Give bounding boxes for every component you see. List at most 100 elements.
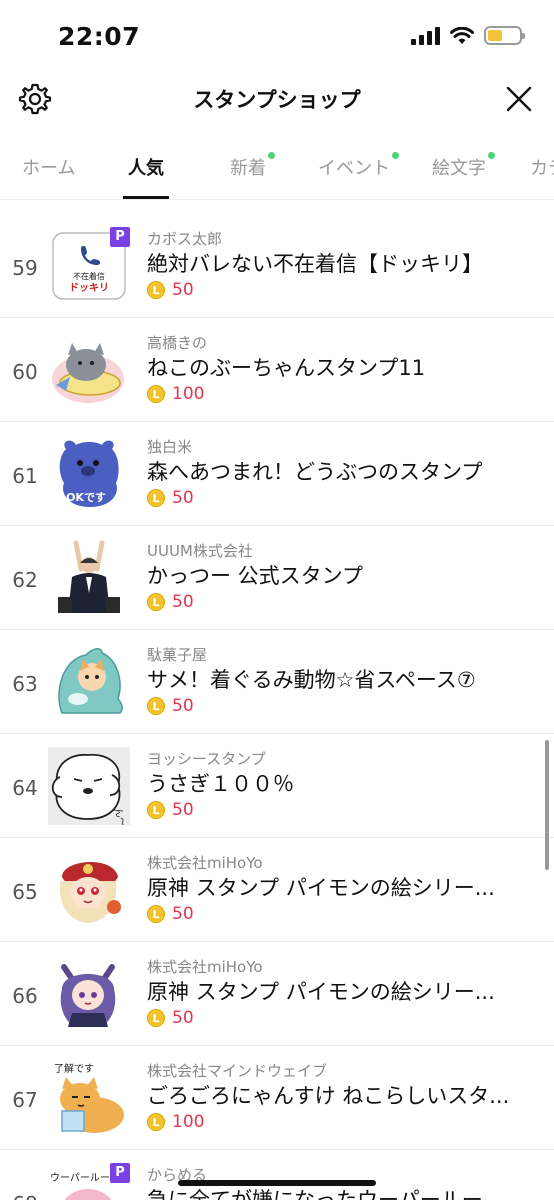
cellular-signal-icon <box>411 26 440 45</box>
sticker-author: 株式会社miHoYo <box>147 854 263 872</box>
close-icon[interactable] <box>504 84 534 114</box>
tab-emoji[interactable]: 絵文字 <box>432 152 495 180</box>
price: L 50 <box>147 1008 194 1028</box>
sticker-name: 原神 スタンプ パイモンの絵シリー... <box>147 980 495 1004</box>
price-value: 50 <box>172 800 194 820</box>
new-dot-badge <box>392 152 399 159</box>
coin-icon: L <box>147 281 165 299</box>
tab-home[interactable]: ホーム <box>22 154 75 180</box>
sticker-author: 駄菓子屋 <box>147 646 208 664</box>
rank-number: 65 <box>12 880 38 904</box>
list-item[interactable]: 67 了解です 株式会社マインドウェイブ ごろごろにゃんすけ ねこらしいスタ..… <box>0 1046 554 1150</box>
rank-number: 62 <box>12 568 38 592</box>
scrollbar[interactable] <box>545 740 549 870</box>
price-value: 50 <box>172 280 194 300</box>
price-value: 50 <box>172 904 194 924</box>
sticker-name: うさぎ１００％ <box>147 772 294 796</box>
sticker-name: 森へあつまれ！どうぶつのスタンプ <box>147 460 483 484</box>
sticker-thumbnail: 了解です <box>54 1062 124 1133</box>
sticker-name: ごろごろにゃんすけ ねこらしいスタ... <box>147 1084 510 1108</box>
battery-icon <box>484 26 525 45</box>
thumbnail-caption: 不在着信 <box>73 271 105 281</box>
price: L 50 <box>147 696 194 716</box>
price: L 50 <box>147 488 194 508</box>
list-item[interactable]: 59 不在着信 ドッキリ P カボス太郎 絶対バレない不在着信【ドッキリ】 L … <box>0 214 554 318</box>
price: L 100 <box>147 1112 204 1132</box>
rank-number: 60 <box>12 360 38 384</box>
sticker-thumbnail: ん～ <box>48 747 130 825</box>
new-dot-badge <box>268 152 275 159</box>
list-item[interactable]: 63 駄菓子屋 サメ！着ぐるみ動物☆省スペース⑦ L 50 <box>0 630 554 734</box>
rank-number: 68 <box>10 1192 40 1200</box>
price-value: 50 <box>172 488 194 508</box>
coin-icon: L <box>147 1113 165 1131</box>
rank-number: 61 <box>12 464 38 488</box>
sticker-author: UUUM株式会社 <box>147 542 253 560</box>
price-value: 100 <box>172 1112 205 1132</box>
status-bar: 22:07 <box>0 0 554 74</box>
wifi-icon <box>450 26 474 44</box>
status-time: 22:07 <box>58 22 141 51</box>
status-icons <box>411 26 525 45</box>
sticker-thumbnail <box>59 861 121 923</box>
price-value: 50 <box>172 696 194 716</box>
sticker-name: 原神 スタンプ パイモンの絵シリー... <box>147 876 495 900</box>
coin-icon: L <box>147 489 165 507</box>
tab-category[interactable]: カテ <box>530 154 554 180</box>
rank-number: 59 <box>12 256 38 280</box>
new-dot-badge <box>488 152 495 159</box>
list-item[interactable]: 66 株式会社miHoYo 原神 スタンプ パイモンの絵シリー... L 50 <box>0 942 554 1046</box>
sticker-thumbnail <box>58 540 120 613</box>
coin-icon: L <box>147 905 165 923</box>
premium-badge: P <box>110 1163 130 1183</box>
thumbnail-caption: ウーパールー <box>50 1172 110 1184</box>
sticker-thumbnail <box>60 964 116 1027</box>
tab-label: ホーム <box>22 158 76 179</box>
sticker-name: かっつー 公式スタンプ <box>147 564 364 588</box>
price: L 50 <box>147 904 194 924</box>
tab-label: カテ <box>530 158 554 179</box>
sticker-name: ねこのぶーちゃんスタンプ11 <box>147 356 426 380</box>
sticker-author: 株式会社マインドウェイブ <box>147 1062 328 1080</box>
sticker-name: 急に全てが嫌になったウーパールー <box>147 1188 483 1200</box>
tab-label: イベント <box>318 158 390 179</box>
category-tabs: ホーム 人気 新着 イベント 絵文字 カテ <box>0 140 554 200</box>
tab-event[interactable]: イベント <box>318 152 399 180</box>
sticker-thumbnail <box>58 648 123 714</box>
tab-label: 絵文字 <box>432 158 486 179</box>
thumbnail-caption: OKです <box>66 491 106 504</box>
home-indicator[interactable] <box>178 1180 376 1186</box>
coin-icon: L <box>147 801 165 819</box>
price: L 50 <box>147 592 194 612</box>
rank-number: 66 <box>12 984 38 1008</box>
list-item[interactable]: 61 OKです 独白米 森へあつまれ！どうぶつのスタンプ L 50 <box>0 422 554 526</box>
sticker-name: 絶対バレない不在着信【ドッキリ】 <box>147 252 483 276</box>
page-title: スタンプショップ <box>193 88 361 112</box>
price-value: 50 <box>172 1008 194 1028</box>
premium-badge: P <box>110 227 130 247</box>
list-item[interactable]: 60 高橋きの ねこのぶーちゃんスタンプ11 L 100 <box>0 318 554 422</box>
tab-new[interactable]: 新着 <box>230 152 275 180</box>
price-value: 100 <box>172 384 205 404</box>
sticker-author: カボス太郎 <box>147 230 223 248</box>
active-tab-indicator <box>123 196 169 199</box>
battery-level-fill <box>488 30 502 41</box>
sticker-thumbnail: OKです <box>59 440 119 507</box>
thumbnail-caption: 了解です <box>54 1062 94 1075</box>
coin-icon: L <box>147 1009 165 1027</box>
coin-icon: L <box>147 593 165 611</box>
list-item[interactable]: 64 ん～ ヨッシースタンプ うさぎ１００％ L 50 <box>0 734 554 838</box>
list-item[interactable]: 68 ウーパールー P からめる 急に全てが嫌になったウーパールー <box>0 1150 554 1200</box>
sticker-name: サメ！着ぐるみ動物☆省スペース⑦ <box>147 668 476 692</box>
tab-label: 新着 <box>230 158 266 179</box>
list-item[interactable]: 62 UUUM株式会社 かっつー 公式スタンプ L 50 <box>0 526 554 630</box>
tab-popular[interactable]: 人気 <box>128 154 164 180</box>
thumbnail-caption: ドッキリ <box>69 282 109 294</box>
rank-number: 64 <box>12 776 38 800</box>
price: L 100 <box>147 384 204 404</box>
list-item[interactable]: 65 株式会社miHoYo 原神 スタンプ パイモンの絵シリー... L 50 <box>0 838 554 942</box>
sticker-thumbnail <box>52 343 124 403</box>
sticker-author: 株式会社miHoYo <box>147 958 263 976</box>
sticker-author: 高橋きの <box>147 334 208 352</box>
coin-icon: L <box>147 385 165 403</box>
